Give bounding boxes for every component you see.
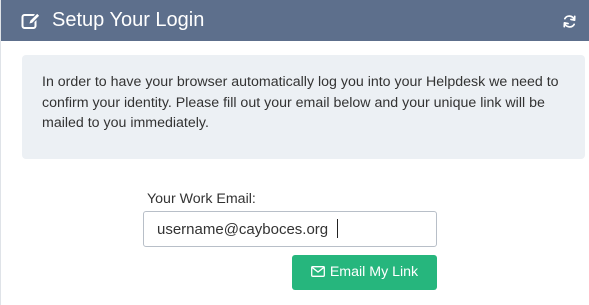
edit-icon [21, 13, 40, 29]
panel-title: Setup Your Login [52, 9, 205, 31]
email-label: Your Work Email: [147, 191, 256, 207]
panel-header: Setup Your Login [1, 0, 589, 41]
email-input[interactable] [143, 211, 437, 247]
email-my-link-label: Email My Link [329, 264, 419, 280]
envelope-icon [310, 265, 325, 277]
setup-login-panel: Setup Your Login In order to have your b… [0, 0, 589, 305]
info-message-box: In order to have your browser automatica… [22, 55, 585, 159]
refresh-icon[interactable] [562, 14, 577, 29]
info-message: In order to have your browser automatica… [42, 74, 559, 131]
text-cursor [337, 219, 338, 238]
email-my-link-button[interactable]: Email My Link [292, 255, 437, 290]
